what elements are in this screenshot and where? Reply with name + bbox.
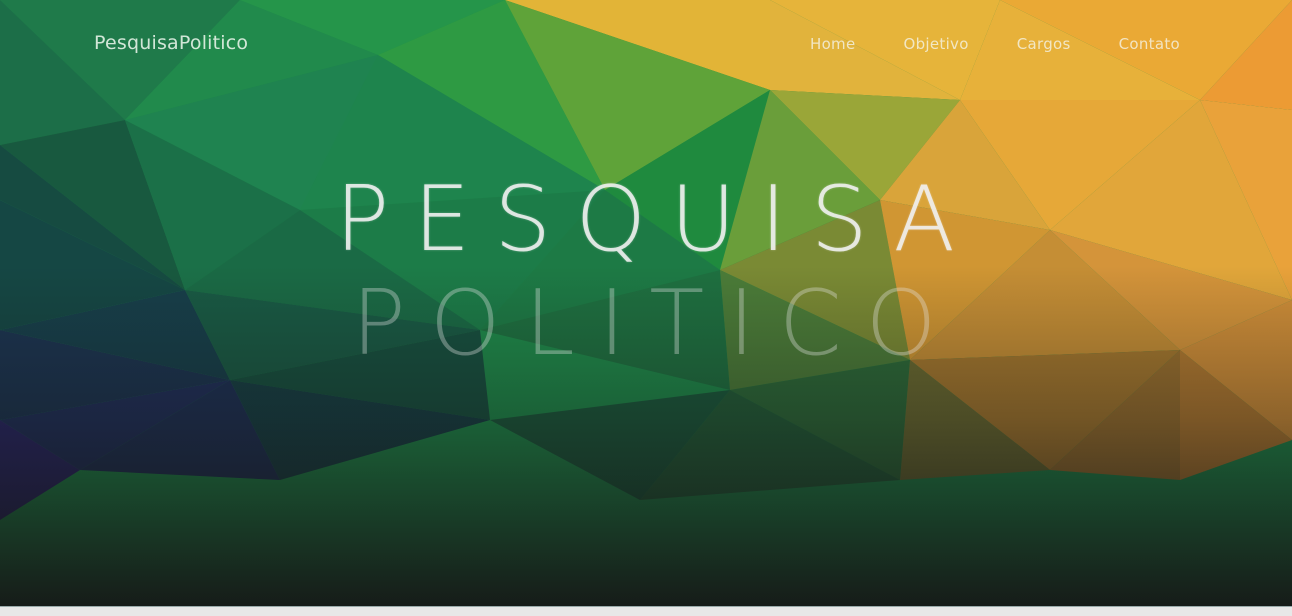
- top-navbar: PesquisaPolitico Home Objetivo Cargos Co…: [0, 0, 1292, 88]
- nav-link-objetivo[interactable]: Objetivo: [903, 35, 968, 53]
- nav-link-cargos[interactable]: Cargos: [1017, 35, 1071, 53]
- hero-title: PESQUISA POLITICO: [0, 168, 1292, 376]
- hero-title-line1: PESQUISA: [335, 167, 979, 272]
- nav-link-home[interactable]: Home: [810, 35, 856, 53]
- nav-link-contato[interactable]: Contato: [1119, 35, 1180, 53]
- nav-item-home: Home: [810, 35, 856, 54]
- nav-item-cargos: Cargos: [1017, 35, 1071, 54]
- nav-item-objetivo: Objetivo: [903, 35, 968, 54]
- hero-title-line2: POLITICO: [351, 271, 961, 376]
- nav-menu: Home Objetivo Cargos Contato: [810, 35, 1180, 54]
- nav-item-contato: Contato: [1119, 35, 1180, 54]
- hero-section: PesquisaPolitico Home Objetivo Cargos Co…: [0, 0, 1292, 606]
- brand-logo-link[interactable]: PesquisaPolitico: [94, 32, 248, 54]
